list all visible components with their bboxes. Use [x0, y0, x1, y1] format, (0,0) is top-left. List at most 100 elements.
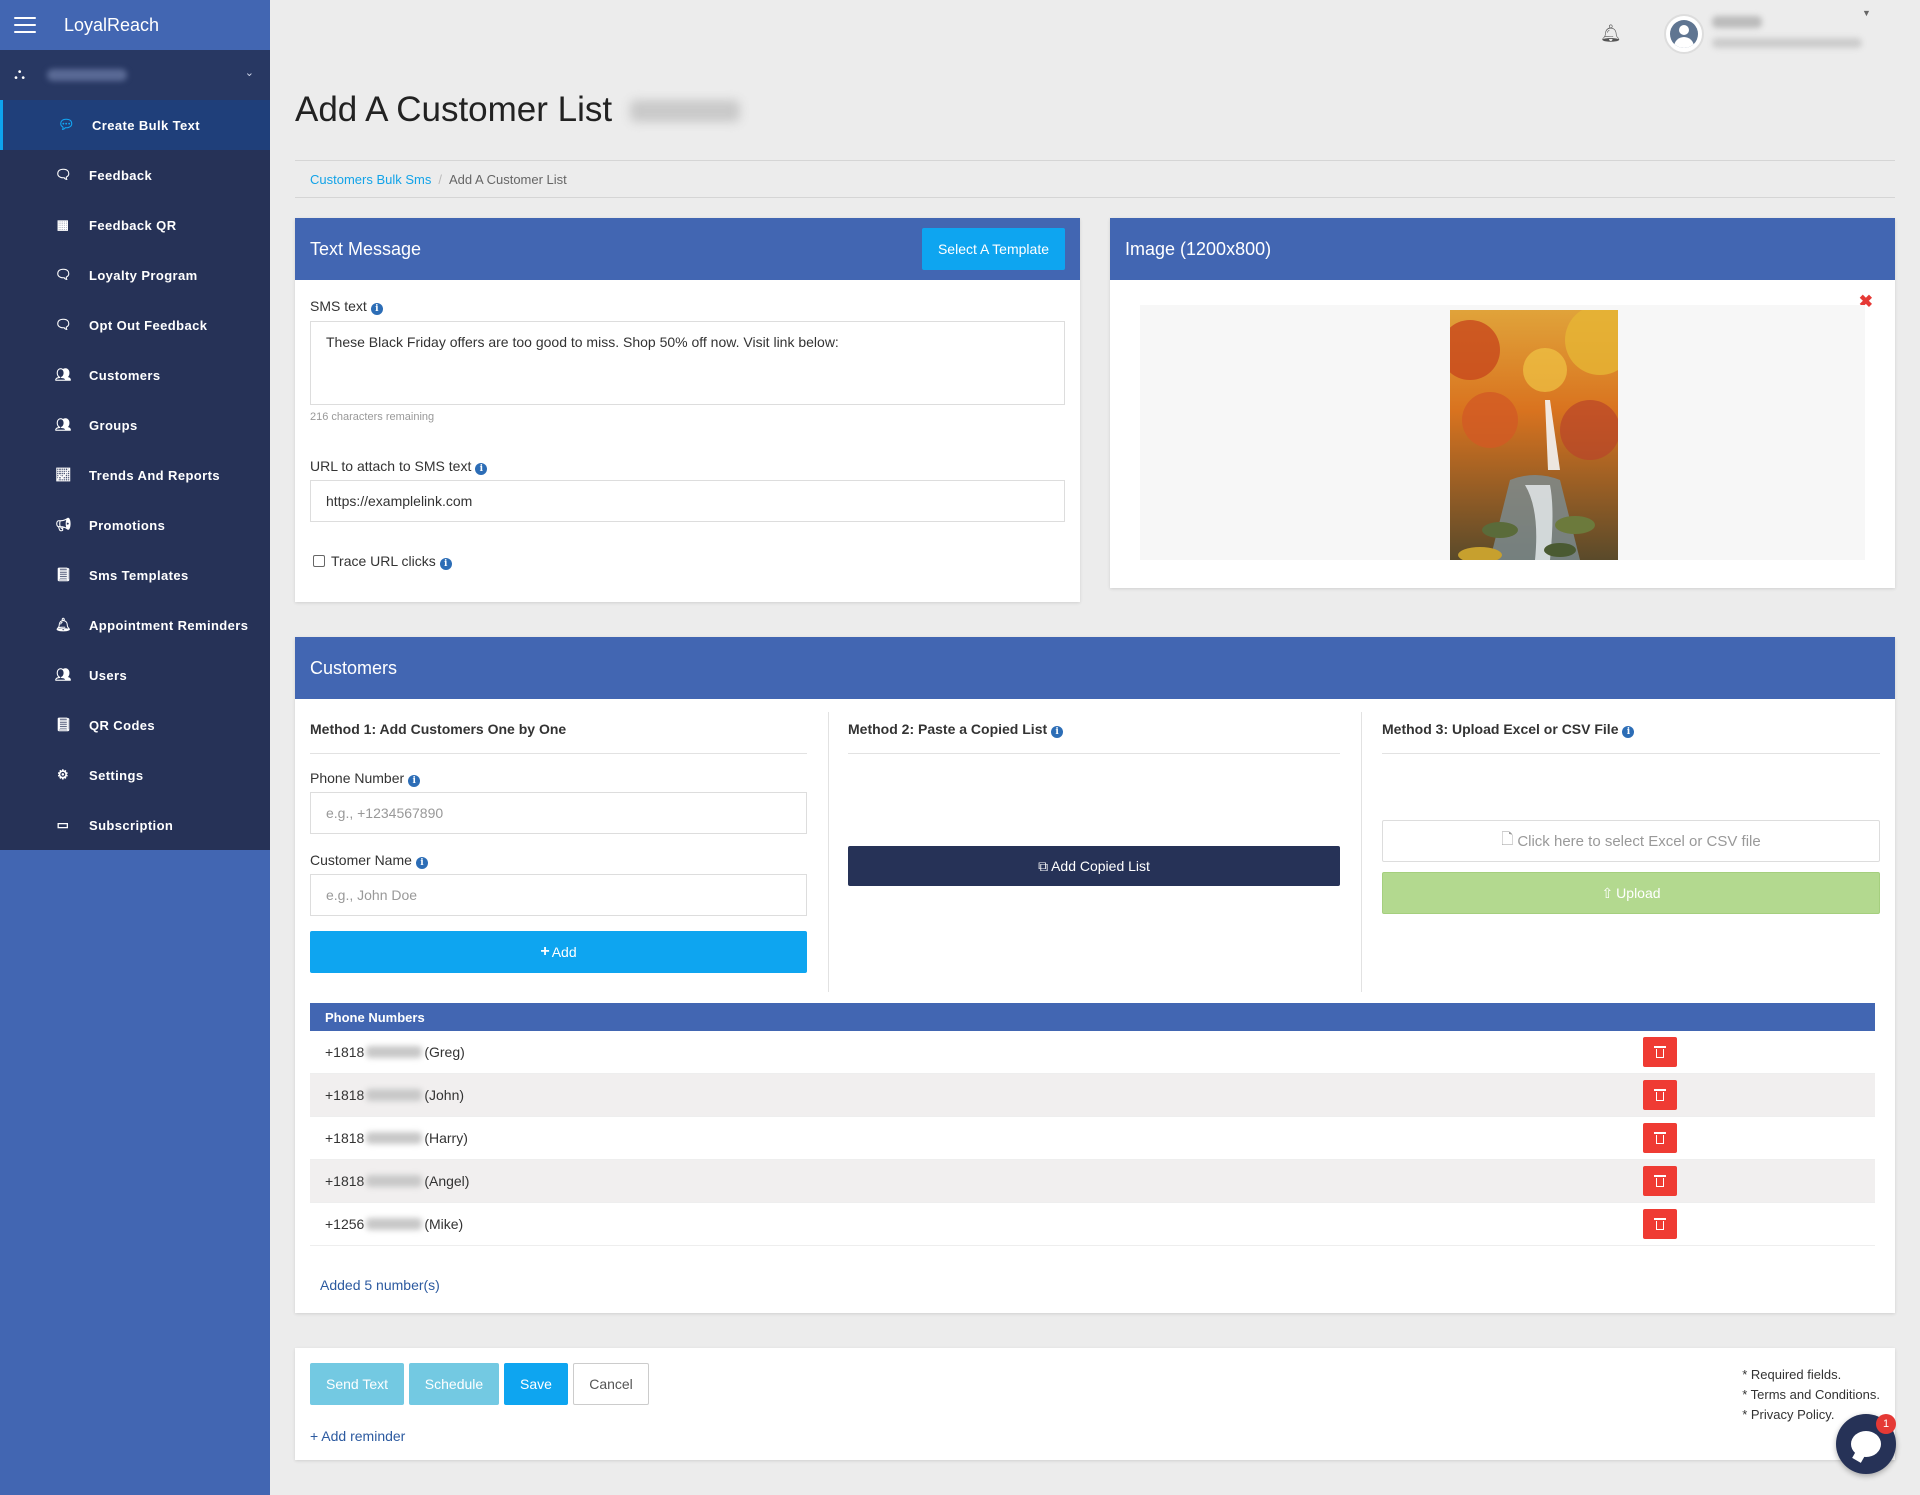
trash-icon: [1654, 1218, 1666, 1230]
cancel-button[interactable]: Cancel: [573, 1363, 649, 1405]
info-icon[interactable]: i: [1051, 726, 1064, 738]
sidebar-item-label: Appointment Reminders: [89, 617, 249, 633]
customers-panel: Customers Method 1: Add Customers One by…: [295, 637, 1895, 1313]
delete-number-button[interactable]: [1643, 1080, 1677, 1110]
sidebar-item-label: Promotions: [89, 517, 166, 533]
sidebar-item-label: Customers: [89, 367, 161, 383]
info-icon[interactable]: i: [408, 775, 421, 787]
trace-url-checkbox[interactable]: [313, 555, 325, 567]
sidebar-item-feedback-qr[interactable]: ▦ Feedback QR: [0, 200, 270, 250]
phone-number-input[interactable]: e.g., +1234567890: [310, 792, 807, 834]
sms-text-label-text: SMS text: [310, 298, 367, 314]
sms-textarea[interactable]: These Black Friday offers are too good t…: [310, 321, 1065, 405]
sidebar-item-label: Trends And Reports: [89, 467, 220, 483]
sidebar-item-label: Sms Templates: [89, 567, 189, 583]
add-reminder-link[interactable]: + Add reminder: [310, 1428, 405, 1444]
sidebar-item-label: Groups: [89, 417, 138, 433]
select-template-button[interactable]: Select A Template: [921, 228, 1065, 270]
sidebar-item-qr-codes[interactable]: 📘︎ QR Codes: [0, 700, 270, 750]
avatar[interactable]: [1664, 14, 1704, 54]
method-3-title: Method 3: Upload Excel or CSV File i: [1382, 721, 1635, 738]
delete-number-button[interactable]: [1643, 1037, 1677, 1067]
divider: [310, 753, 807, 754]
customers-panel-header: Customers: [295, 637, 1895, 699]
sidebar-item-users[interactable]: 👥︎ Users: [0, 650, 270, 700]
caret-down-icon[interactable]: ▼: [1862, 8, 1871, 18]
customer-name-label: Customer Name i: [310, 852, 428, 869]
table-row: +1818 (Angel): [310, 1160, 1875, 1203]
sidebar-header: LoyalReach: [0, 0, 270, 50]
sidebar-item-label: Subscription: [89, 817, 174, 833]
account-name-redacted: [47, 69, 128, 81]
schedule-button[interactable]: Schedule: [409, 1363, 499, 1405]
phone-prefix: +1818: [325, 1130, 365, 1146]
gear-icon: ⚙︎: [56, 767, 70, 782]
comments-icon: 🗨︎: [55, 167, 72, 182]
send-text-button[interactable]: Send Text: [310, 1363, 404, 1405]
trace-url-label-text: Trace URL clicks: [331, 553, 436, 569]
phone-prefix: +1818: [325, 1044, 365, 1060]
info-icon[interactable]: i: [1622, 726, 1635, 738]
method-2-title: Method 2: Paste a Copied List i: [848, 721, 1064, 738]
phone-prefix: +1818: [325, 1173, 365, 1189]
phone-numbers-table: Phone Numbers +1818 (Greg) +1818 (John) +1…: [310, 1003, 1875, 1246]
customer-name: (Greg): [424, 1044, 465, 1060]
panel-title: Image (1200x800): [1125, 238, 1272, 259]
info-icon[interactable]: i: [415, 857, 428, 869]
users-icon: 👥︎: [55, 417, 72, 432]
trash-icon: [1654, 1175, 1666, 1187]
sidebar-item-opt-out-feedback[interactable]: 🗨︎ Opt Out Feedback: [0, 300, 270, 350]
sidebar-item-promotions[interactable]: 📢︎ Promotions: [0, 500, 270, 550]
sidebar-item-create-bulk-text[interactable]: 💬︎ Create Bulk Text: [0, 100, 270, 150]
method-divider: [828, 712, 829, 992]
sidebar-item-feedback[interactable]: 🗨︎ Feedback: [0, 150, 270, 200]
save-button[interactable]: Save: [504, 1363, 568, 1405]
notifications-bell-icon[interactable]: 🔔︎: [1600, 24, 1622, 44]
delete-number-button[interactable]: [1643, 1166, 1677, 1196]
bullhorn-icon: 📢︎: [55, 517, 72, 532]
url-label: URL to attach to SMS text i: [310, 458, 488, 475]
business-name-redacted: [630, 100, 740, 122]
phone-digits-redacted: [366, 1089, 423, 1101]
info-icon[interactable]: i: [439, 558, 452, 570]
phone-number-label-text: Phone Number: [310, 770, 405, 786]
trace-url-label: Trace URL clicks i: [331, 553, 452, 570]
delete-number-button[interactable]: [1643, 1209, 1677, 1239]
add-customer-button[interactable]: + Add: [310, 931, 807, 973]
hamburger-menu-icon[interactable]: [14, 17, 36, 33]
phone-digits-redacted: [366, 1175, 423, 1187]
customer-name-input[interactable]: e.g., John Doe: [310, 874, 807, 916]
phone-digits-redacted: [366, 1132, 423, 1144]
chevron-down-icon: ⌄: [244, 67, 254, 79]
account-switcher[interactable]: ⛬ ⌄: [0, 50, 270, 100]
sidebar-item-settings[interactable]: ⚙︎ Settings: [0, 750, 270, 800]
sidebar-item-label: Loyalty Program: [89, 267, 198, 283]
delete-number-button[interactable]: [1643, 1123, 1677, 1153]
add-copied-list-label: Add Copied List: [1051, 858, 1150, 874]
book-icon: 📘︎: [55, 717, 72, 732]
sidebar-item-sms-templates[interactable]: 📘︎ Sms Templates: [0, 550, 270, 600]
sidebar-item-loyalty-program[interactable]: 🗨︎ Loyalty Program: [0, 250, 270, 300]
select-file-button[interactable]: 🗋︎ Click here to select Excel or CSV file: [1382, 820, 1880, 862]
table-row: +1818 (Greg): [310, 1031, 1875, 1074]
add-copied-list-button[interactable]: ⧉ Add Copied List: [848, 846, 1340, 886]
terms-link[interactable]: * Terms and Conditions.: [1742, 1385, 1880, 1405]
sidebar-item-trends-and-reports[interactable]: 📈︎ Trends And Reports: [0, 450, 270, 500]
sidebar-item-groups[interactable]: 👥︎ Groups: [0, 400, 270, 450]
customer-name: (Harry): [424, 1130, 468, 1146]
sidebar-item-customers[interactable]: 👥︎ Customers: [0, 350, 270, 400]
method-3-title-text: Method 3: Upload Excel or CSV File: [1382, 721, 1619, 737]
url-input[interactable]: https://examplelink.com: [310, 480, 1065, 522]
chat-icon: [1851, 1431, 1881, 1457]
sidebar-item-label: Feedback: [89, 167, 153, 183]
breadcrumb-link-customers-bulk-sms[interactable]: Customers Bulk Sms: [310, 172, 431, 187]
info-icon[interactable]: i: [475, 463, 488, 475]
info-icon[interactable]: i: [370, 303, 383, 315]
sidebar-item-appointment-reminders[interactable]: 🔔︎ Appointment Reminders: [0, 600, 270, 650]
table-row: +1256 (Mike): [310, 1203, 1875, 1246]
upload-button[interactable]: ⇧ Upload: [1382, 872, 1880, 914]
sidebar-item-subscription[interactable]: ▭ Subscription: [0, 800, 270, 850]
image-preview-area: [1140, 305, 1865, 560]
sidebar-item-label: Users: [89, 667, 128, 683]
trash-icon: [1654, 1132, 1666, 1144]
